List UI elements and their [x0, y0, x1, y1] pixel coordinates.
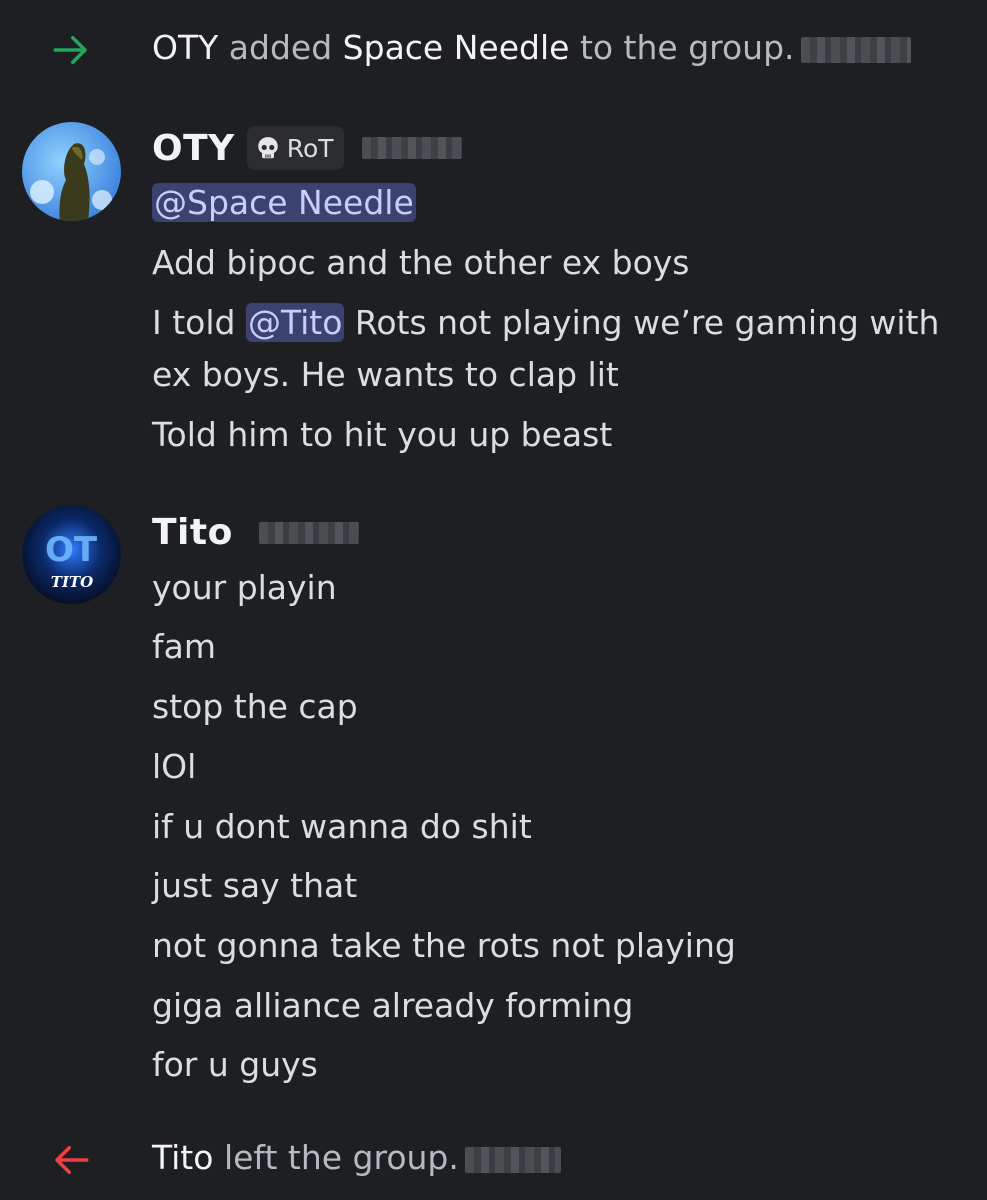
role-tag-label: RoT	[286, 133, 334, 163]
message-line: giga alliance already forming	[152, 986, 634, 1025]
system-verb: added	[228, 28, 333, 67]
avatar-image	[22, 122, 121, 221]
message-line: Told him to hit you up beast	[152, 415, 613, 454]
message-line: fam	[152, 627, 216, 666]
message-line: I told @Tito Rots not playing we’re gami…	[152, 298, 939, 348]
mention-tito[interactable]: @Tito	[245, 303, 345, 342]
chat-view: OTY added Space Needle to the group. OTY…	[0, 0, 987, 1200]
arrow-left-icon	[55, 1146, 89, 1174]
author-name[interactable]: Tito	[152, 512, 233, 553]
message-text: Rots not playing we’re gaming with	[344, 303, 940, 342]
message-header: OTY RoT	[152, 126, 462, 170]
arrow-right-icon	[53, 36, 87, 64]
message-line: Add bipoc and the other ex boys	[152, 243, 690, 282]
avatar-label: TITO	[51, 573, 93, 591]
svg-text:OT: OT	[45, 530, 98, 570]
author-name[interactable]: OTY	[152, 128, 235, 169]
message-line: ex boys. He wants to clap lit	[152, 355, 619, 394]
system-actor[interactable]: OTY	[152, 28, 218, 67]
role-tag[interactable]: RoT	[246, 126, 344, 170]
message-line: lOl	[152, 747, 197, 786]
mention-space-needle[interactable]: @Space Needle	[152, 183, 416, 222]
redacted-timestamp	[258, 521, 359, 544]
message-text: I told	[152, 303, 246, 342]
system-message-text: OTY added Space Needle to the group.	[152, 28, 911, 67]
system-message-left: Tito left the group.	[0, 1130, 987, 1190]
redacted-timestamp	[800, 36, 911, 63]
system-message-text: Tito left the group.	[152, 1138, 561, 1177]
system-rest: to the group.	[579, 28, 795, 67]
message-line: for u guys	[152, 1045, 318, 1084]
system-actor[interactable]: Tito	[152, 1138, 213, 1177]
system-target[interactable]: Space Needle	[343, 28, 570, 67]
message-line: @Space Needle	[152, 178, 416, 228]
message-line: not gonna take the rots not playing	[152, 926, 736, 965]
system-message-added: OTY added Space Needle to the group.	[0, 20, 987, 80]
message-line: if u dont wanna do shit	[152, 807, 532, 846]
message-line: your playin	[152, 568, 337, 607]
system-rest: left the group.	[223, 1138, 459, 1177]
redacted-timestamp	[361, 137, 462, 159]
skull-icon	[257, 137, 278, 159]
avatar[interactable]: OT TITO	[22, 505, 121, 604]
message-header: Tito	[152, 512, 359, 553]
avatar-image: OT TITO	[22, 505, 121, 604]
redacted-timestamp	[464, 1146, 561, 1173]
avatar[interactable]	[22, 122, 121, 221]
message-line: just say that	[152, 866, 358, 905]
message-line: stop the cap	[152, 687, 358, 726]
